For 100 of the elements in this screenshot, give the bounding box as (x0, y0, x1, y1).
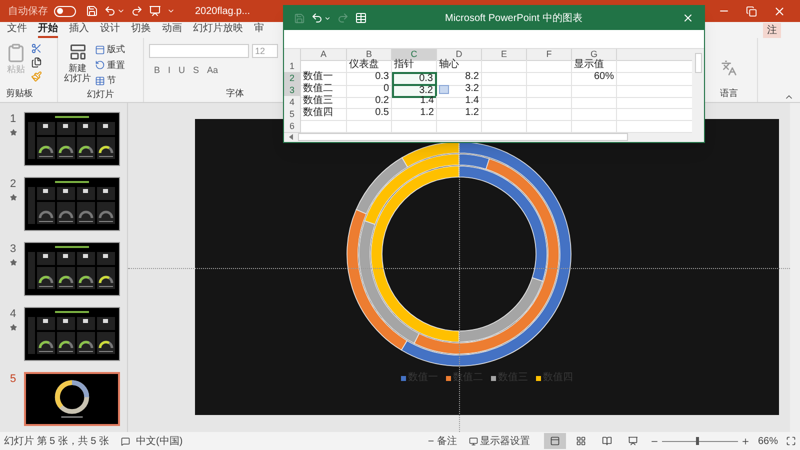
column-header[interactable]: E (482, 49, 527, 61)
section-button[interactable]: 节 (95, 74, 125, 88)
table-cell[interactable]: 0.5 (347, 108, 392, 121)
slide-number: 3 (10, 243, 16, 255)
table-cell[interactable] (301, 60, 347, 73)
clipboard-icon (6, 43, 26, 63)
zoom-in-icon[interactable] (740, 436, 750, 446)
table-cell[interactable]: 显示值 (572, 60, 617, 73)
zoom-thumb[interactable] (696, 437, 700, 445)
slide-number: 5 (10, 373, 16, 385)
format-button[interactable]: U (178, 64, 186, 78)
undo-icon[interactable] (311, 12, 323, 24)
format-button[interactable]: I (168, 64, 171, 78)
ribbon-tab[interactable]: 幻灯片放映 (193, 22, 243, 38)
table-cell[interactable] (572, 84, 617, 98)
ribbon-tab[interactable]: 审 (254, 22, 264, 38)
legend-swatch (536, 376, 541, 380)
table-cell[interactable] (482, 96, 527, 109)
ribbon-tab[interactable]: 切换 (131, 22, 151, 38)
book-icon (602, 436, 612, 446)
table-cell[interactable]: 1.2 (437, 108, 482, 121)
autosave-label: 自动保存 (8, 4, 48, 18)
slide-info: 幻灯片 第 5 张，共 5 张 (4, 434, 110, 448)
table-cell[interactable] (572, 108, 617, 121)
table-cell[interactable] (527, 108, 572, 121)
table-cell[interactable]: 轴心 (437, 60, 482, 73)
fit-to-window-icon[interactable] (786, 436, 796, 446)
close-icon[interactable] (682, 12, 694, 24)
undo-icon[interactable] (104, 5, 116, 17)
table-cell[interactable]: 1.4 (437, 96, 482, 109)
group-label: 幻灯片 (87, 88, 114, 100)
section-icon (95, 76, 105, 86)
group-label: 语言 (720, 86, 738, 100)
ribbon-tab[interactable]: 文件 (7, 22, 27, 38)
slide-number: 2 (10, 178, 16, 190)
column-header[interactable]: F (527, 49, 572, 61)
ribbon-tab[interactable]: 设计 (100, 22, 120, 38)
reset-button[interactable]: 重置 (95, 58, 125, 72)
layout-icon (95, 44, 105, 55)
table-cell[interactable] (527, 84, 572, 98)
row-header[interactable]: 5 (284, 108, 301, 121)
row-header[interactable]: 1 (284, 60, 301, 73)
ribbon-tab[interactable]: 插入 (69, 22, 89, 38)
table-cell[interactable]: 60% (572, 72, 617, 86)
vertical-scrollbar[interactable] (790, 103, 800, 432)
layout-button[interactable]: 版式 (95, 43, 125, 56)
vertical-scrollbar[interactable] (692, 49, 704, 142)
redo-icon[interactable] (131, 5, 143, 17)
table-cell[interactable]: 数值四 (301, 108, 347, 121)
view-button[interactable] (544, 433, 566, 449)
edit-in-excel-icon[interactable] (355, 12, 367, 24)
normal-view-icon (550, 436, 560, 446)
table-cell[interactable] (482, 84, 527, 98)
window-title: Microsoft PowerPoint 中的图表 (445, 12, 582, 26)
zoom-slider[interactable] (662, 437, 738, 445)
slide-number: 4 (10, 308, 16, 320)
close-icon[interactable] (773, 4, 786, 18)
table-cell[interactable] (527, 96, 572, 109)
table-cell[interactable] (482, 72, 527, 86)
notes-button[interactable]: 备注 (426, 434, 457, 448)
format-button[interactable]: Aa (207, 64, 218, 78)
table-cell[interactable]: 仪表盘 (347, 60, 392, 73)
restore-icon[interactable] (746, 6, 757, 16)
table-cell[interactable]: 1.4 (392, 96, 437, 109)
table-cell[interactable] (527, 72, 572, 86)
table-cell[interactable] (527, 60, 572, 73)
notes-check-icon (121, 436, 130, 446)
presentation-icon[interactable] (149, 5, 161, 17)
legend-swatch (491, 376, 496, 380)
copy-icon[interactable] (31, 57, 42, 68)
row-header[interactable]: 6 (284, 120, 301, 133)
table-cell[interactable]: 1.2 (392, 108, 437, 121)
grid-icon (576, 436, 586, 446)
format-button[interactable]: B (154, 64, 160, 78)
display-settings-button[interactable]: 显示器设置 (468, 434, 530, 448)
column-header[interactable]: A (301, 49, 347, 61)
format-button[interactable]: S (193, 64, 200, 78)
dropdown-icon[interactable] (117, 7, 125, 15)
legend-swatch (401, 376, 406, 380)
dropdown-icon[interactable] (324, 14, 331, 22)
row-header[interactable]: 4 (284, 96, 301, 109)
table-cell[interactable] (482, 60, 527, 73)
language-label[interactable]: 中文(中国) (136, 434, 183, 448)
table-cell[interactable]: 0.2 (347, 96, 392, 109)
new-slide-button[interactable]: 新建 幻灯片 (64, 43, 91, 88)
monitor-icon (468, 436, 478, 446)
table-cell[interactable] (572, 96, 617, 109)
comment-button[interactable]: 注 (763, 23, 781, 38)
cut-icon[interactable] (31, 43, 42, 54)
slide-number: 1 (10, 113, 16, 125)
ribbon-tab[interactable]: 动画 (162, 22, 182, 38)
translate-icon[interactable] (721, 60, 737, 76)
customize-icon[interactable] (167, 7, 175, 15)
table-cell[interactable] (482, 108, 527, 121)
font-name-field[interactable] (149, 44, 249, 58)
autosave-toggle[interactable] (54, 6, 76, 16)
horizontal-scrollbar[interactable] (298, 133, 628, 141)
group-label: 字体 (226, 86, 244, 100)
zoom-reading[interactable]: 66% (758, 434, 778, 448)
presentation-icon (628, 436, 638, 446)
